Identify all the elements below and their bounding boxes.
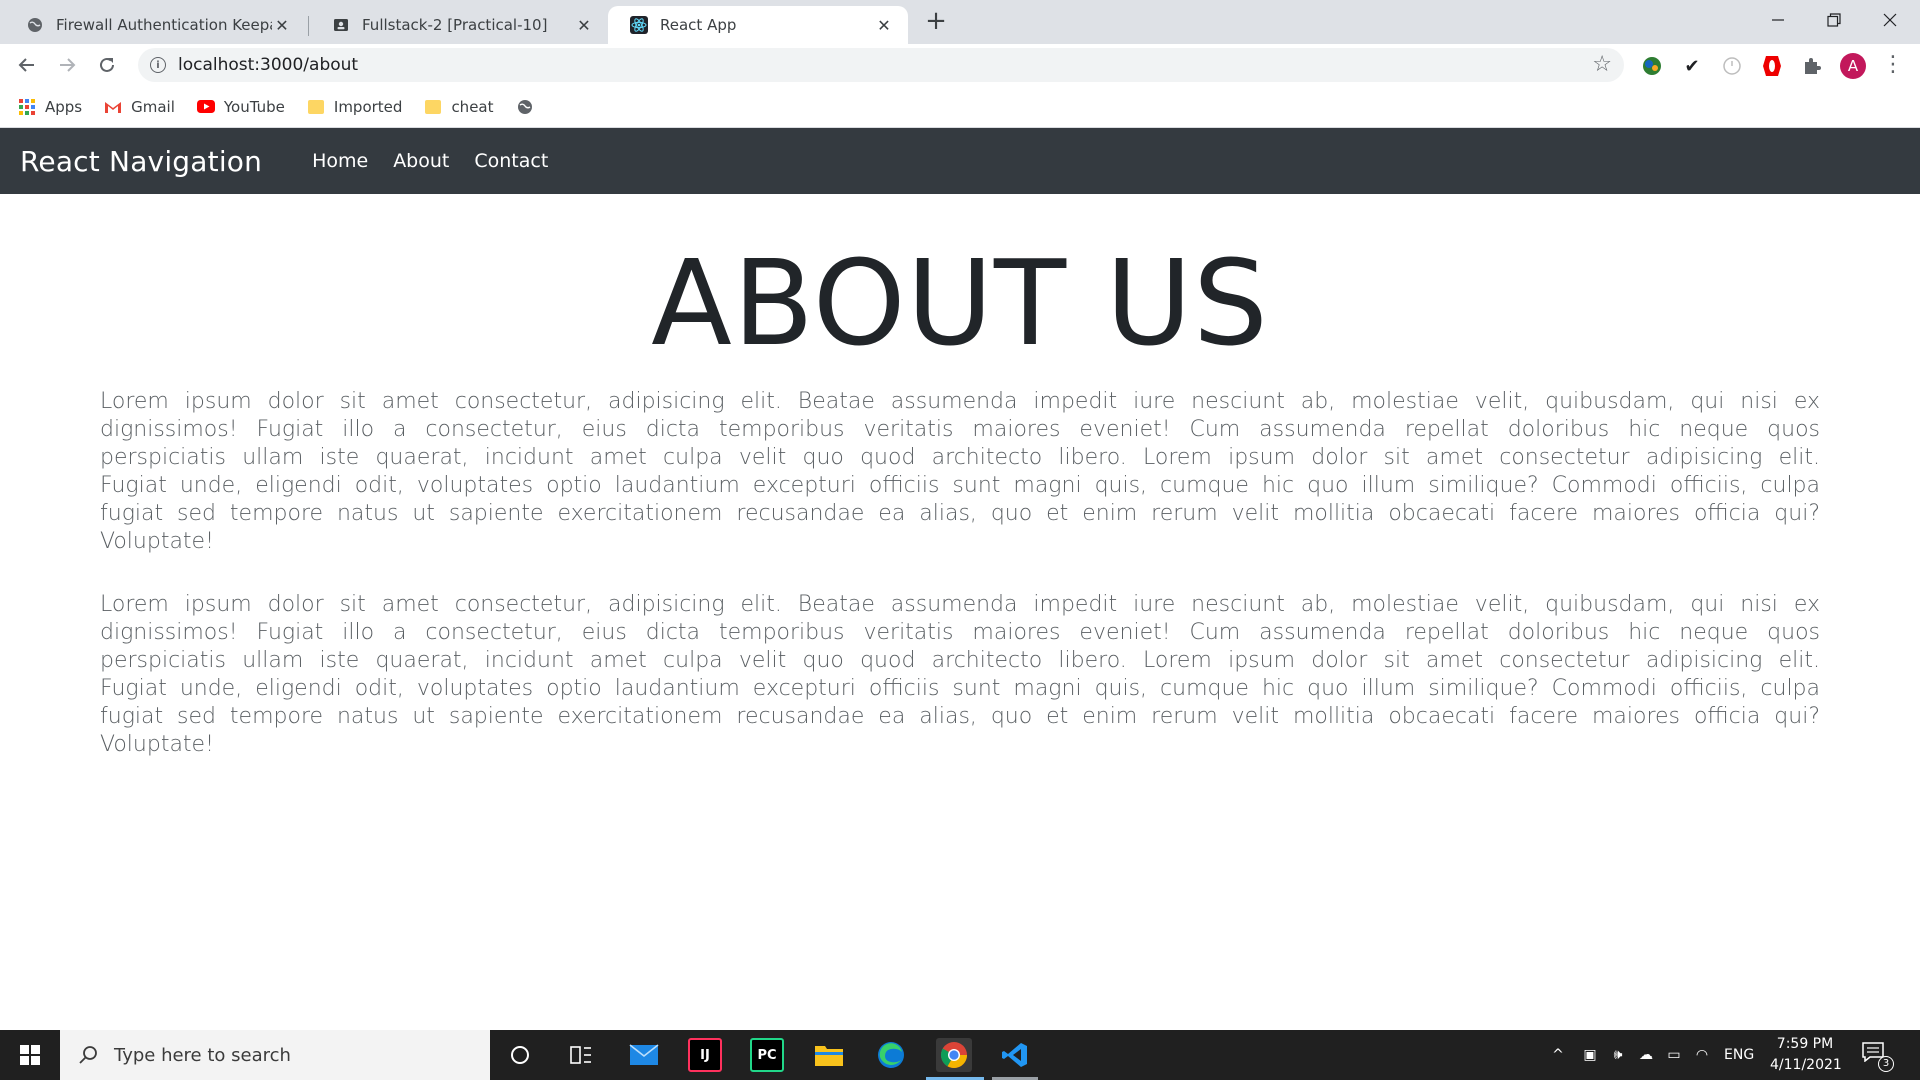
browser-tabstrip: Firewall Authentication Keepalive ✕ Full… — [0, 0, 1920, 44]
nav-link-contact[interactable]: Contact — [474, 150, 548, 172]
nav-link-home[interactable]: Home — [312, 150, 368, 172]
tab-close-icon[interactable]: ✕ — [574, 15, 594, 35]
minimize-icon[interactable] — [1750, 0, 1806, 40]
bookmark-folder-imported[interactable]: Imported — [307, 97, 403, 116]
contact-card-icon — [332, 16, 350, 34]
system-tray: ^ ▣ 🕪 ☁ ▭ ◠ ENG — [1546, 1030, 1754, 1080]
nav-link-about[interactable]: About — [393, 150, 449, 172]
bookmark-folder-cheat[interactable]: cheat — [424, 97, 494, 116]
volume-icon[interactable]: 🕪 — [1606, 1047, 1630, 1063]
navbar-brand[interactable]: React Navigation — [20, 145, 262, 178]
window-close-icon[interactable] — [1862, 0, 1918, 40]
task-view-icon[interactable] — [564, 1038, 598, 1072]
tab-close-icon[interactable]: ✕ — [272, 15, 292, 35]
browser-toolbar: i localhost:3000/about ☆ ✔ A ⋮ — [0, 44, 1920, 86]
address-bar[interactable]: i localhost:3000/about ☆ — [138, 48, 1624, 82]
battery-icon[interactable]: ▭ — [1662, 1047, 1686, 1063]
tab-title: Firewall Authentication Keepalive — [56, 16, 272, 34]
globe-icon — [26, 16, 44, 34]
tab-react-app[interactable]: React App ✕ — [608, 6, 908, 44]
globe-icon — [516, 98, 534, 116]
forward-arrow-icon[interactable] — [52, 50, 82, 80]
bookmark-label: Apps — [45, 97, 83, 116]
file-explorer-icon[interactable] — [812, 1038, 846, 1072]
bookmark-youtube[interactable]: YouTube — [196, 97, 285, 116]
search-icon — [76, 1043, 100, 1067]
edge-icon[interactable] — [874, 1038, 908, 1072]
react-icon — [630, 16, 648, 34]
language-indicator[interactable]: ENG — [1724, 1047, 1754, 1063]
about-paragraph-2: Lorem ipsum dolor sit amet consectetur, … — [100, 592, 1820, 757]
taskbar-search-box[interactable]: Type here to search — [60, 1030, 490, 1080]
windows-taskbar: Type here to search IJ PC ^ ▣ 🕪 ☁ ▭ ◠ EN… — [0, 1030, 1920, 1080]
apps-grid-icon — [18, 98, 36, 116]
app-navbar: React Navigation Home About Contact — [0, 128, 1920, 194]
cortana-icon[interactable] — [503, 1038, 537, 1072]
back-arrow-icon[interactable] — [12, 50, 42, 80]
bookmarks-bar: Apps Gmail YouTube Imported cheat — [0, 86, 1920, 128]
wifi-icon[interactable]: ◠ — [1690, 1047, 1714, 1063]
folder-icon — [307, 98, 325, 116]
notification-count-badge: 3 — [1878, 1056, 1894, 1072]
pycharm-icon[interactable]: PC — [750, 1038, 784, 1072]
bookmark-label: Gmail — [131, 97, 175, 116]
clock-date: 4/11/2021 — [1770, 1057, 1842, 1073]
intellij-idea-icon[interactable]: IJ — [688, 1038, 722, 1072]
folder-icon — [424, 98, 442, 116]
reload-icon[interactable] — [92, 50, 122, 80]
tab-close-icon[interactable]: ✕ — [874, 15, 894, 35]
extension-globe-icon[interactable] — [1640, 54, 1664, 78]
url-text: localhost:3000/about — [178, 55, 359, 75]
meet-now-icon[interactable]: ▣ — [1578, 1047, 1602, 1063]
site-info-icon[interactable]: i — [150, 57, 166, 73]
page-heading: ABOUT US — [651, 234, 1269, 372]
profile-avatar[interactable]: A — [1840, 53, 1866, 79]
search-placeholder: Type here to search — [114, 1044, 291, 1066]
clock-time: 7:59 PM — [1776, 1036, 1834, 1052]
bookmark-globe[interactable] — [516, 98, 543, 116]
notification-center-icon[interactable]: 3 — [1862, 1042, 1894, 1072]
onedrive-icon[interactable]: ☁ — [1634, 1047, 1658, 1063]
youtube-icon — [196, 98, 215, 116]
restore-icon[interactable] — [1806, 0, 1862, 40]
extension-check-icon[interactable]: ✔ — [1680, 54, 1704, 78]
about-paragraph-1: Lorem ipsum dolor sit amet consectetur, … — [100, 389, 1820, 554]
taskbar-clock[interactable]: 7:59 PM 4/11/2021 — [1770, 1034, 1842, 1076]
windows-start-icon[interactable] — [0, 1030, 60, 1080]
tab-title: Fullstack-2 [Practical-10] — [362, 16, 548, 34]
chevron-up-icon[interactable]: ^ — [1546, 1047, 1570, 1063]
extensions-puzzle-icon[interactable] — [1800, 54, 1824, 78]
chrome-icon[interactable] — [936, 1038, 972, 1072]
gmail-icon — [104, 98, 122, 116]
vscode-icon[interactable] — [998, 1038, 1032, 1072]
mail-icon[interactable] — [627, 1038, 661, 1072]
tab-firewall-auth[interactable]: Firewall Authentication Keepalive ✕ — [4, 6, 306, 44]
tab-fullstack[interactable]: Fullstack-2 [Practical-10] ✕ — [310, 6, 608, 44]
browser-menu-icon[interactable]: ⋮ — [1882, 54, 1904, 78]
bookmark-apps[interactable]: Apps — [18, 98, 82, 116]
new-tab-plus-icon[interactable]: + — [922, 8, 950, 36]
extension-opera-icon[interactable] — [1760, 54, 1784, 78]
bookmark-label: YouTube — [223, 97, 285, 116]
bookmark-gmail[interactable]: Gmail — [104, 98, 175, 116]
bookmark-label: cheat — [451, 97, 494, 116]
tab-separator — [308, 16, 309, 36]
bookmark-label: Imported — [333, 97, 403, 116]
page-viewport: React Navigation Home About Contact ABOU… — [0, 128, 1920, 1030]
tab-title: React App — [660, 16, 737, 34]
extension-timer-icon[interactable] — [1720, 54, 1744, 78]
bookmark-star-icon[interactable]: ☆ — [1592, 52, 1612, 77]
